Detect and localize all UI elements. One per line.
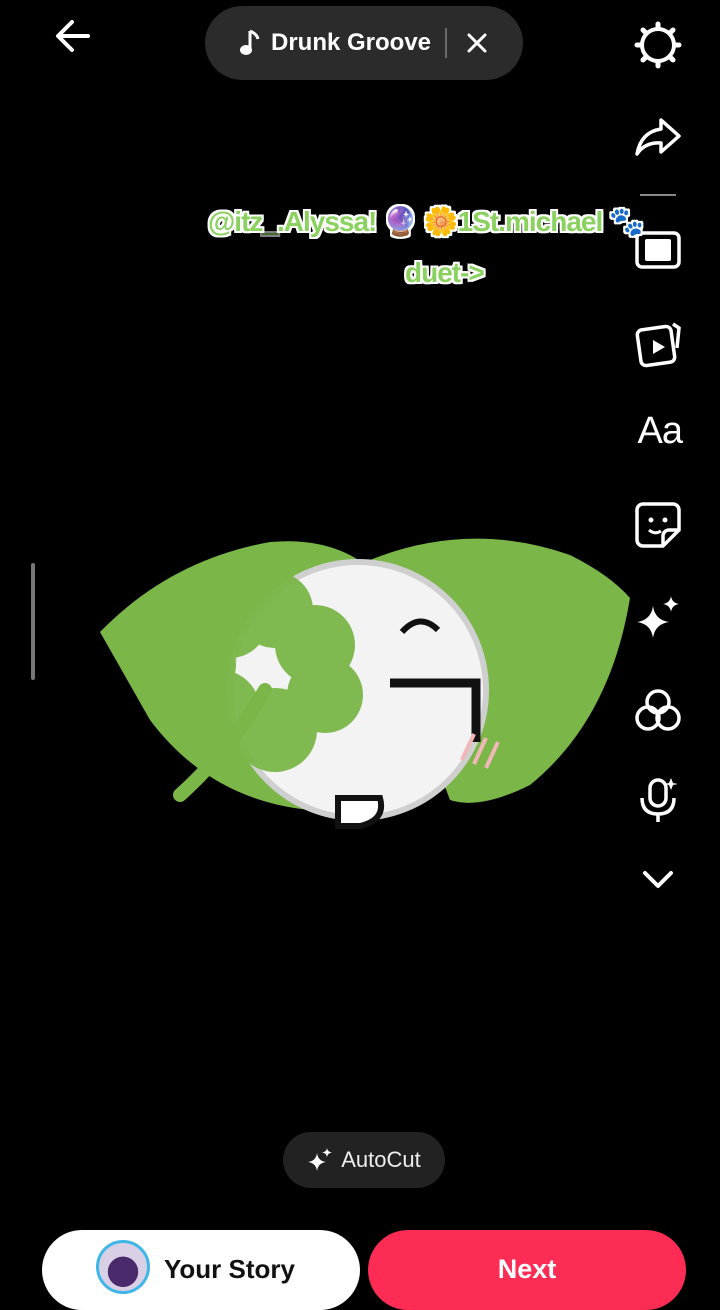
back-button[interactable] <box>50 14 100 58</box>
templates-icon <box>635 322 681 368</box>
share-button[interactable] <box>633 112 683 162</box>
music-note-icon <box>240 29 260 55</box>
sound-selector[interactable]: Drunk Groove <box>205 6 523 80</box>
templates-button[interactable] <box>633 318 683 368</box>
next-button[interactable]: Next <box>368 1230 686 1310</box>
your-story-button[interactable]: Your Story <box>42 1230 360 1310</box>
rail-divider <box>640 194 676 196</box>
text-button[interactable]: Aa <box>637 410 683 453</box>
sparkle-icon <box>308 1148 333 1171</box>
settings-icon <box>634 21 682 69</box>
overlay-text-duet[interactable]: duet-> <box>405 257 485 289</box>
chevron-down-icon <box>643 871 673 888</box>
voice-effect-icon <box>640 778 678 822</box>
divider <box>445 28 448 58</box>
text-icon: Aa <box>637 410 683 452</box>
arrow-left-icon <box>56 20 90 52</box>
timeline-scrub-handle[interactable] <box>31 563 35 680</box>
filters-icon <box>635 689 681 731</box>
close-icon[interactable] <box>463 29 491 57</box>
clover-character-artwork <box>100 538 630 829</box>
effects-button[interactable] <box>633 592 683 642</box>
filters-button[interactable] <box>633 686 683 736</box>
autocut-label: AutoCut <box>341 1147 421 1172</box>
next-label: Next <box>497 1254 557 1284</box>
more-tools-button[interactable] <box>633 855 683 905</box>
share-arrow-icon <box>635 118 681 156</box>
autocut-button[interactable]: AutoCut <box>283 1132 445 1188</box>
sticker-icon <box>635 502 681 548</box>
sticker-button[interactable] <box>633 500 683 550</box>
avatar <box>96 1240 150 1294</box>
sound-name: Drunk Groove <box>271 29 432 56</box>
voice-effects-button[interactable] <box>633 774 683 824</box>
settings-button[interactable] <box>633 20 683 70</box>
overlay-text-mentions[interactable]: @itz_.Alyssa! 🔮 🌼1St.michael 🐾 <box>208 205 644 238</box>
your-story-label: Your Story <box>164 1254 295 1284</box>
effects-sparkle-icon <box>637 596 679 638</box>
